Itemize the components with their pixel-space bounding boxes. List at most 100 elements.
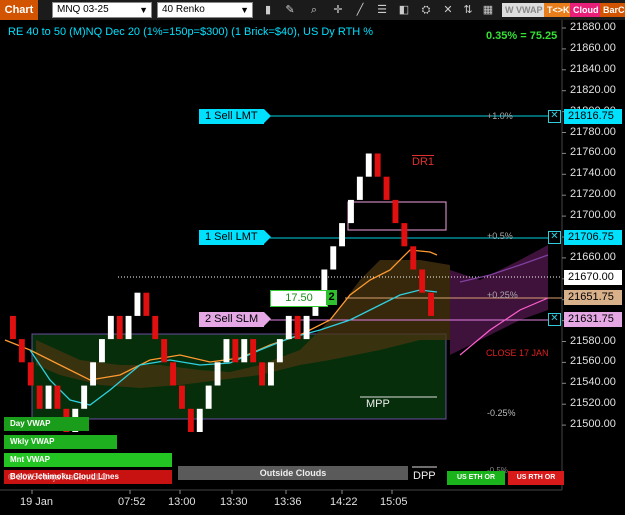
avg-price-box: 21651.75 [564, 290, 622, 305]
renko-brick-up [205, 385, 212, 409]
us-rth-or-button[interactable]: US RTH OR [508, 471, 564, 485]
bar-type-selector[interactable]: 40 Renko ▼ [157, 2, 253, 18]
time-tick-label: 13:36 [274, 496, 302, 508]
renko-brick-down [27, 362, 34, 386]
price-tick-label: 21840.00 [570, 62, 616, 75]
renko-brick-up [90, 362, 96, 386]
price-tick-label: 21780.00 [570, 125, 616, 138]
order-price-2: 21706.75 [564, 230, 622, 245]
grid-icon[interactable]: ▦ [480, 0, 496, 20]
renko-brick-down [428, 292, 434, 316]
crosshair-icon[interactable]: ✛ [330, 0, 346, 20]
instrument-selector[interactable]: MNQ 03-25 ▼ [52, 2, 152, 18]
renko-brick-down [143, 292, 150, 316]
chart-tab[interactable]: Chart [0, 0, 38, 20]
pct-label-plus-025: +0.25% [487, 290, 518, 300]
position-qty[interactable]: 2 [326, 290, 337, 305]
renko-brick-up [303, 315, 310, 340]
zoom-icon[interactable]: ⌕ [306, 0, 322, 20]
time-tick-label: 19 Jan [20, 496, 54, 508]
price-tick-label: 21760.00 [570, 146, 616, 159]
price-tick-label: 21860.00 [570, 41, 616, 54]
bar-type-value: 40 Renko [162, 4, 205, 15]
renko-brick-down [250, 339, 257, 363]
order-tag-sell-lmt-1[interactable]: 1 Sell LMT [199, 109, 271, 124]
order-tag-sell-lmt-2[interactable]: 1 Sell LMT [199, 230, 271, 245]
us-eth-or-button[interactable]: US ETH OR [447, 471, 505, 485]
renko-brick-up [285, 315, 292, 340]
price-tick-label: 21520.00 [570, 397, 616, 410]
renko-brick-down [410, 246, 417, 270]
renko-brick-up [330, 246, 337, 270]
close-icon[interactable]: ✕ [440, 0, 456, 20]
edit-icon[interactable]: ✎ [282, 0, 298, 20]
renko-brick-down [54, 385, 61, 409]
cloud-button[interactable]: Cloud [570, 3, 602, 17]
renko-brick-up [365, 153, 372, 177]
renko-brick-up [107, 315, 114, 340]
pct-label-plus-1: +1.0% [487, 111, 513, 121]
draw-icon[interactable]: ╱ [352, 0, 368, 20]
renko-brick-down [401, 223, 408, 247]
renko-brick-up [125, 315, 132, 340]
renko-brick-up [223, 339, 230, 363]
time-tick-label: 13:00 [168, 496, 196, 508]
renko-brick-down [419, 269, 426, 293]
price-tick-label: 21560.00 [570, 355, 616, 368]
renko-brick-up [214, 362, 221, 386]
strategies-icon[interactable]: ◧ [396, 0, 412, 20]
renko-brick-down [170, 362, 176, 386]
cancel-order-2-icon[interactable]: ✕ [548, 231, 561, 244]
order-price-1: 21816.75 [564, 109, 622, 124]
mpp-label: MPP [366, 398, 390, 410]
pct-readout: 0.35% = 75.25 [486, 30, 558, 42]
renko-brick-down [179, 385, 185, 409]
renko-brick-up [339, 223, 345, 247]
cancel-order-1-icon[interactable]: ✕ [548, 110, 561, 123]
chevron-down-icon: ▼ [240, 5, 249, 15]
renko-brick-down [232, 339, 239, 363]
instrument-value: MNQ 03-25 [57, 4, 109, 15]
toolbar: Chart MNQ 03-25 ▼ 40 Renko ▼ ▮ ✎ ⌕ ✛ ╱ ☰ ◧… [0, 0, 625, 21]
renko-brick-up [348, 199, 354, 224]
renko-brick-up [45, 385, 52, 409]
renko-brick-down [36, 385, 43, 409]
cancel-order-3-icon[interactable]: ✕ [548, 313, 561, 326]
attach-icon[interactable]: ⛭ [418, 0, 434, 20]
bars-icon[interactable]: ▮ [260, 0, 276, 20]
renko-brick-down [10, 315, 16, 340]
renko-brick-up [196, 408, 203, 432]
renko-brick-up [81, 385, 88, 409]
wkly-vwap-button[interactable]: Wkly VWAP [4, 435, 117, 449]
price-tick-label: 21540.00 [570, 376, 616, 389]
price-tick-label: 21700.00 [570, 209, 616, 222]
order-tag-sell-slm[interactable]: 2 Sell SLM [199, 312, 272, 327]
tk-button[interactable]: T<>K [544, 3, 573, 17]
time-tick-label: 15:05 [380, 496, 408, 508]
properties-icon[interactable]: ☰ [374, 0, 390, 20]
renko-brick-down [152, 315, 159, 340]
renko-brick-down [259, 362, 265, 386]
renko-brick-down [294, 315, 301, 340]
price-tick-label: 21740.00 [570, 167, 616, 180]
outside-clouds-button[interactable]: Outside Clouds [178, 466, 408, 480]
position-pnl[interactable]: 17.50 [270, 290, 328, 307]
renko-brick-down [374, 153, 381, 177]
renko-brick-up [99, 339, 105, 363]
dpp-label: DPP [413, 470, 436, 482]
renko-brick-down [116, 315, 123, 340]
renko-brick-down [187, 408, 194, 432]
order-price-3: 21631.75 [564, 312, 622, 327]
w-vwap-button[interactable]: W VWAP [502, 3, 546, 17]
mnt-vwap-button[interactable]: Mnt VWAP [4, 453, 172, 467]
sort-icon[interactable]: ⇅ [460, 0, 476, 20]
barco-button[interactable]: BarCo [600, 3, 625, 17]
price-tick-label: 21720.00 [570, 188, 616, 201]
day-vwap-button[interactable]: Day VWAP [4, 417, 89, 431]
price-tick-label: 21660.00 [570, 250, 616, 263]
renko-brick-down [18, 339, 25, 363]
renko-brick-up [276, 339, 283, 363]
pct-label-plus-05: +0.5% [487, 231, 513, 241]
copyright: © 2025 NinjaTrader, LLC [8, 472, 108, 482]
chart-title: RE 40 to 50 (M)NQ Dec 20 (1%=150p=$300) … [8, 26, 374, 38]
